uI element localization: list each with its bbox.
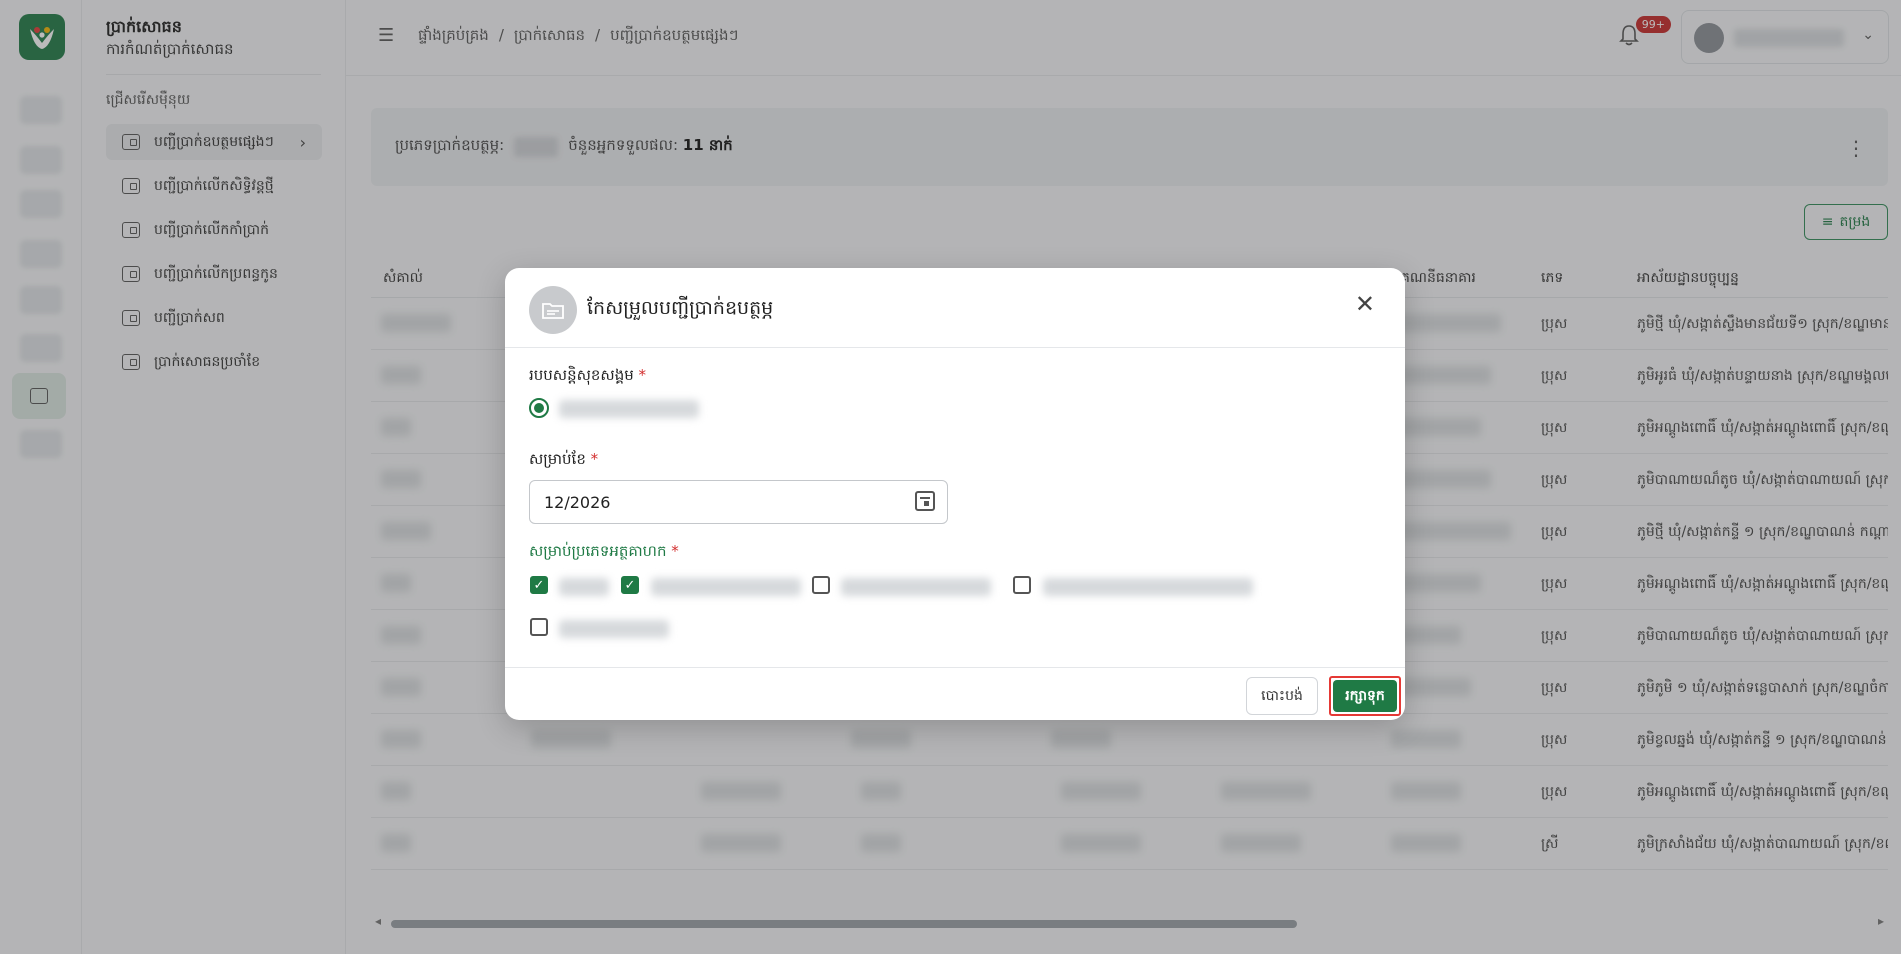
dialog-header: កែសម្រួលបញ្ជីប្រាក់ឧបត្ថម្ភ ✕ xyxy=(505,268,1405,348)
checkbox-label-blurred xyxy=(559,620,669,638)
folder-icon xyxy=(529,286,577,334)
month-value: 12/2026 xyxy=(544,492,611,512)
benefit-type-checkbox[interactable]: ✓ xyxy=(530,576,548,594)
save-button[interactable]: រក្សាទុក xyxy=(1333,680,1397,712)
benefit-type-checkbox[interactable]: ✓ xyxy=(621,576,639,594)
benefit-type-checkbox[interactable] xyxy=(530,618,548,636)
save-button-highlight[interactable]: រក្សាទុក xyxy=(1329,676,1401,716)
edit-allowance-dialog: កែសម្រួលបញ្ជីប្រាក់ឧបត្ថម្ភ ✕ របបសន្តិសុ… xyxy=(505,268,1405,720)
checkbox-label-blurred xyxy=(651,578,801,596)
check-icon: ✓ xyxy=(624,577,636,593)
label-text: សម្រាប់ខែ xyxy=(529,450,586,468)
radio-option-blurred xyxy=(559,400,699,418)
month-input[interactable]: 12/2026 xyxy=(529,480,948,524)
checkbox-label-blurred xyxy=(559,578,609,596)
required-mark: * xyxy=(638,366,647,384)
label-text: របបសន្តិសុខសង្គម xyxy=(529,366,634,384)
label-text: សម្រាប់ប្រភេទអត្ថគាហក xyxy=(529,542,667,560)
dialog-footer-divider xyxy=(505,667,1405,668)
calendar-icon[interactable] xyxy=(915,491,935,511)
social-security-label: របបសន្តិសុខសង្គម * xyxy=(529,366,646,388)
month-label: សម្រាប់ខែ * xyxy=(529,450,598,472)
required-mark: * xyxy=(590,450,599,468)
benefit-type-checkbox[interactable] xyxy=(812,576,830,594)
close-icon[interactable]: ✕ xyxy=(1355,290,1375,318)
social-security-radio[interactable] xyxy=(529,398,549,418)
checkbox-label-blurred xyxy=(841,578,991,596)
check-icon: ✓ xyxy=(533,577,545,593)
required-mark: * xyxy=(671,542,679,560)
benefit-type-checkbox[interactable] xyxy=(1013,576,1031,594)
cancel-button[interactable]: បោះបង់ xyxy=(1246,677,1318,715)
checkbox-label-blurred xyxy=(1043,578,1253,596)
benefit-type-label: សម្រាប់ប្រភេទអត្ថគាហក * xyxy=(529,542,679,564)
dialog-title: កែសម្រួលបញ្ជីប្រាក់ឧបត្ថម្ភ xyxy=(587,297,774,319)
